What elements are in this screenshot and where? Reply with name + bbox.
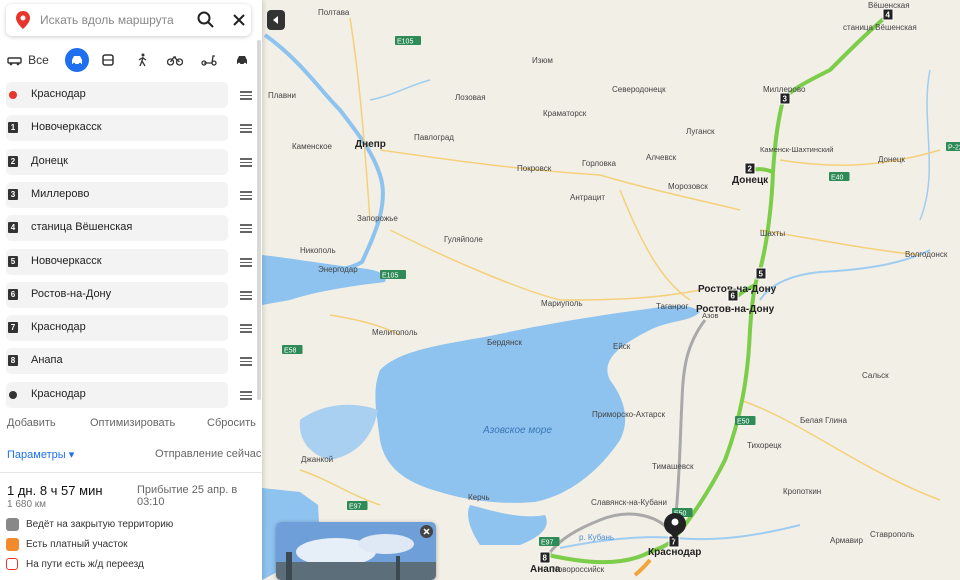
drag-handle-icon[interactable] xyxy=(240,124,252,133)
car-icon xyxy=(72,56,82,66)
waypoint-number-badge: 1 xyxy=(8,122,18,133)
waypoint-row[interactable]: 4 станица Вёшенская xyxy=(6,215,228,241)
waypoint-label[interactable]: Краснодар xyxy=(31,88,86,100)
drag-handle-icon[interactable] xyxy=(240,291,252,300)
drag-handle-icon[interactable] xyxy=(240,191,252,200)
waypoint-number-badge: 6 xyxy=(8,289,18,300)
waypoint-row[interactable]: 5 Новочеркасск xyxy=(6,249,228,275)
waypoint-label[interactable]: Краснодар xyxy=(31,321,86,333)
waypoint-label[interactable]: Новочеркасск xyxy=(31,121,102,133)
chevron-left-icon xyxy=(273,16,278,24)
waypoint-row[interactable]: 8 Анапа xyxy=(6,348,228,374)
waypoint-label[interactable]: Краснодар xyxy=(31,388,86,400)
close-photo-button[interactable] xyxy=(420,525,433,538)
waypoint-row[interactable]: 6 Ростов-на-Дону xyxy=(6,282,228,308)
waypoint-label[interactable]: станица Вёшенская xyxy=(31,221,132,233)
waypoint-row[interactable]: Краснодар xyxy=(6,382,228,408)
waypoint-label[interactable]: Донецк xyxy=(31,155,68,167)
waypoint-number-badge: 4 xyxy=(8,222,18,233)
warning-text: Есть платный участок xyxy=(26,539,128,550)
mode-scooter[interactable] xyxy=(198,48,220,72)
toll-road-icon xyxy=(6,538,19,551)
route-distance: 1 680 км xyxy=(7,499,47,510)
bicycle-icon xyxy=(167,55,183,66)
waypoint-row[interactable]: 1 Новочеркасск xyxy=(6,115,228,141)
drag-handle-icon[interactable] xyxy=(240,324,252,333)
search-icon[interactable] xyxy=(196,10,216,30)
collapse-panel-button[interactable] xyxy=(267,10,285,30)
railway-crossing-icon xyxy=(6,558,18,570)
add-waypoint-button[interactable]: Добавить xyxy=(7,417,56,429)
waypoint-number-badge: 2 xyxy=(8,156,18,167)
mode-taxi[interactable] xyxy=(231,48,253,72)
street-photo-preview[interactable] xyxy=(276,522,436,580)
waypoint-number-badge: 5 xyxy=(8,256,18,267)
waypoint-label[interactable]: Миллерово xyxy=(31,188,89,200)
bus-icon xyxy=(102,53,114,66)
warning-text: Ведёт на закрытую территорию xyxy=(26,519,174,530)
mode-bicycle[interactable] xyxy=(164,48,186,72)
route-panel: Искать вдоль маршрута Все Краснодар 1 Ново… xyxy=(0,0,262,580)
parameters-dropdown[interactable]: Параметры ▾ xyxy=(7,448,74,461)
waypoint-row[interactable]: 3 Миллерово xyxy=(6,182,228,208)
photo-image xyxy=(276,522,436,580)
mode-all[interactable]: Все xyxy=(6,48,50,72)
start-point-icon xyxy=(9,91,17,99)
drag-handle-icon[interactable] xyxy=(240,224,252,233)
close-icon xyxy=(423,528,430,535)
scrollbar[interactable] xyxy=(257,40,261,400)
close-icon[interactable] xyxy=(229,10,249,30)
departure-time-selector[interactable]: Отправление сейчас xyxy=(155,448,261,460)
waypoint-number-badge: 3 xyxy=(8,189,18,200)
mode-bus[interactable] xyxy=(98,48,118,72)
mode-car[interactable] xyxy=(65,48,89,72)
waypoint-row[interactable]: 2 Донецк xyxy=(6,149,228,175)
optimize-button[interactable]: Оптимизировать xyxy=(90,417,175,429)
search-input[interactable]: Искать вдоль маршрута xyxy=(40,13,174,27)
end-point-icon xyxy=(9,391,17,399)
reset-button[interactable]: Сбросить xyxy=(207,417,256,429)
walk-icon xyxy=(138,53,147,67)
arrival-time: Прибытие 25 апр. в 03:10 xyxy=(137,484,238,508)
waypoint-number-badge: 7 xyxy=(8,322,18,333)
mode-walk[interactable] xyxy=(133,48,153,72)
waypoint-label[interactable]: Ростов-на-Дону xyxy=(31,288,111,300)
restricted-area-icon xyxy=(6,518,19,531)
divider xyxy=(0,472,262,473)
drag-handle-icon[interactable] xyxy=(240,258,252,267)
warning-text: На пути есть ж/д переезд xyxy=(26,559,144,570)
scooter-icon xyxy=(201,55,217,66)
waypoint-row[interactable]: Краснодар xyxy=(6,82,228,108)
waypoint-label[interactable]: Новочеркасск xyxy=(31,255,102,267)
drag-handle-icon[interactable] xyxy=(240,91,252,100)
drag-handle-icon[interactable] xyxy=(240,357,252,366)
route-search-box[interactable]: Искать вдоль маршрута xyxy=(6,4,251,36)
drag-handle-icon[interactable] xyxy=(240,391,252,400)
waypoint-row[interactable]: 7 Краснодар xyxy=(6,315,228,341)
transport-modes: Все xyxy=(6,48,256,74)
car-all-icon xyxy=(7,57,22,66)
location-pin-icon xyxy=(16,11,30,29)
drag-handle-icon[interactable] xyxy=(240,158,252,167)
mode-all-label: Все xyxy=(28,53,49,67)
waypoint-label[interactable]: Анапа xyxy=(31,354,63,366)
waypoint-number-badge: 8 xyxy=(8,355,18,366)
taxi-icon xyxy=(237,56,247,66)
route-duration: 1 дн. 8 ч 57 мин xyxy=(7,483,103,498)
